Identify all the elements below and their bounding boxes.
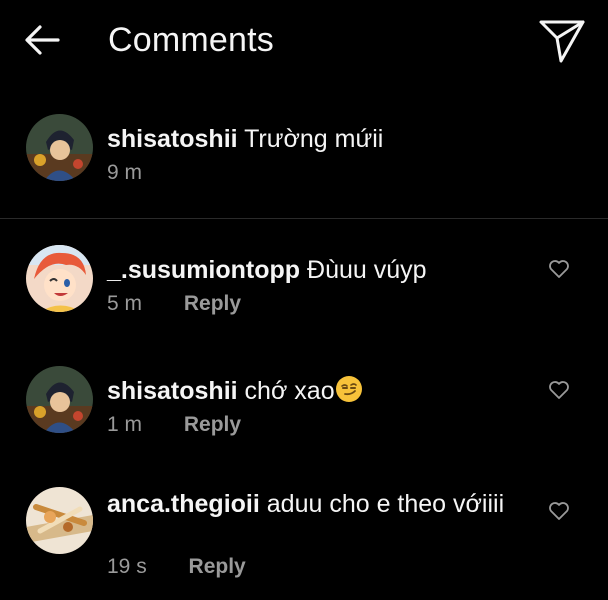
- comment-meta: 5 m Reply: [107, 291, 241, 317]
- reply-button[interactable]: Reply: [184, 412, 241, 438]
- like-button[interactable]: [548, 259, 570, 279]
- page-title: Comments: [108, 21, 274, 59]
- caption-message: Trường mứii: [244, 125, 384, 153]
- comment-text: _.susumiontopp Đùuu vúyp: [107, 253, 527, 287]
- comment-timestamp: 5 m: [107, 292, 143, 315]
- comment-username[interactable]: shisatoshii: [107, 377, 238, 405]
- avatar[interactable]: [26, 487, 93, 554]
- comment-message: Đùuu vúyp: [307, 256, 427, 284]
- post-caption: shisatoshii Trường mứii 9 m: [0, 100, 608, 218]
- comment-meta: 19 s Reply: [107, 554, 246, 580]
- like-button[interactable]: [548, 380, 570, 400]
- arrow-left-icon: [25, 25, 60, 55]
- avatar[interactable]: [26, 114, 93, 181]
- comment-username[interactable]: _.susumiontopp: [107, 256, 300, 284]
- comment-username[interactable]: anca.thegioii: [107, 490, 260, 518]
- comment-message: aduu cho e theo vớiiii: [266, 490, 505, 518]
- comment-text: anca.thegioii aduu cho e theo vớiiii: [107, 487, 527, 521]
- comment-timestamp: 19 s: [107, 555, 147, 578]
- reply-button[interactable]: Reply: [189, 554, 246, 580]
- heart-outline-icon: [549, 502, 569, 520]
- share-button[interactable]: [536, 16, 588, 66]
- reply-button[interactable]: Reply: [184, 291, 241, 317]
- comment-timestamp: 1 m: [107, 413, 143, 436]
- caption-timestamp: 9 m: [107, 161, 143, 184]
- smirking-face-emoji: [335, 376, 362, 402]
- caption-meta: 9 m: [107, 160, 142, 186]
- avatar[interactable]: [26, 245, 93, 312]
- caption-text: shisatoshii Trường mứii: [107, 122, 527, 156]
- comment-message: chớ xao: [244, 377, 335, 405]
- comment-meta: 1 m Reply: [107, 412, 241, 438]
- comment-text: shisatoshii chớ xao: [107, 374, 527, 408]
- heart-outline-icon: [549, 260, 569, 278]
- heart-outline-icon: [549, 381, 569, 399]
- like-button[interactable]: [548, 501, 570, 521]
- back-button[interactable]: [22, 22, 62, 58]
- caption-username[interactable]: shisatoshii: [107, 125, 238, 153]
- avatar[interactable]: [26, 366, 93, 433]
- header-bar: Comments: [0, 0, 608, 84]
- divider: [0, 218, 608, 219]
- paper-plane-icon: [539, 20, 585, 63]
